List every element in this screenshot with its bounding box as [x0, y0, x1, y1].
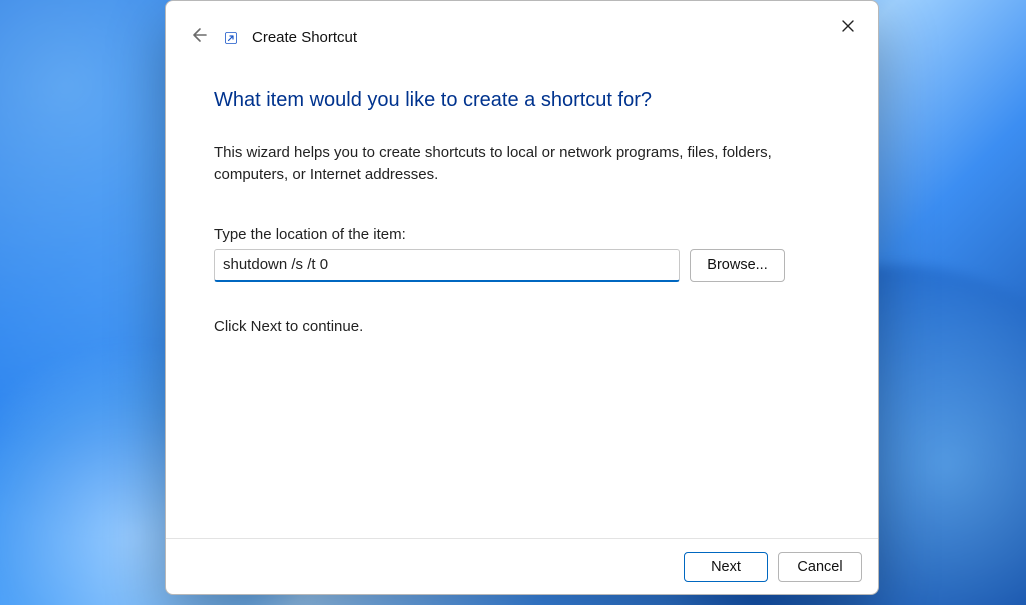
- create-shortcut-dialog: Create Shortcut What item would you like…: [165, 0, 879, 595]
- page-heading: What item would you like to create a sho…: [214, 89, 830, 112]
- back-arrow-icon: [189, 26, 207, 49]
- next-button[interactable]: Next: [684, 552, 768, 582]
- location-row: Browse...: [214, 249, 830, 282]
- continue-hint: Click Next to continue.: [214, 318, 830, 335]
- close-icon: [842, 20, 854, 35]
- back-button[interactable]: [186, 25, 210, 49]
- close-button[interactable]: [832, 11, 864, 43]
- wizard-title: Create Shortcut: [252, 29, 357, 46]
- dialog-footer: Next Cancel: [166, 538, 878, 594]
- wizard-description: This wizard helps you to create shortcut…: [214, 142, 794, 186]
- cancel-button[interactable]: Cancel: [778, 552, 862, 582]
- dialog-header: Create Shortcut: [166, 1, 878, 53]
- location-input[interactable]: [214, 249, 680, 282]
- location-label: Type the location of the item:: [214, 226, 830, 243]
- shortcut-overlay-icon: [224, 31, 238, 45]
- browse-button[interactable]: Browse...: [690, 249, 785, 282]
- dialog-content: What item would you like to create a sho…: [166, 53, 878, 538]
